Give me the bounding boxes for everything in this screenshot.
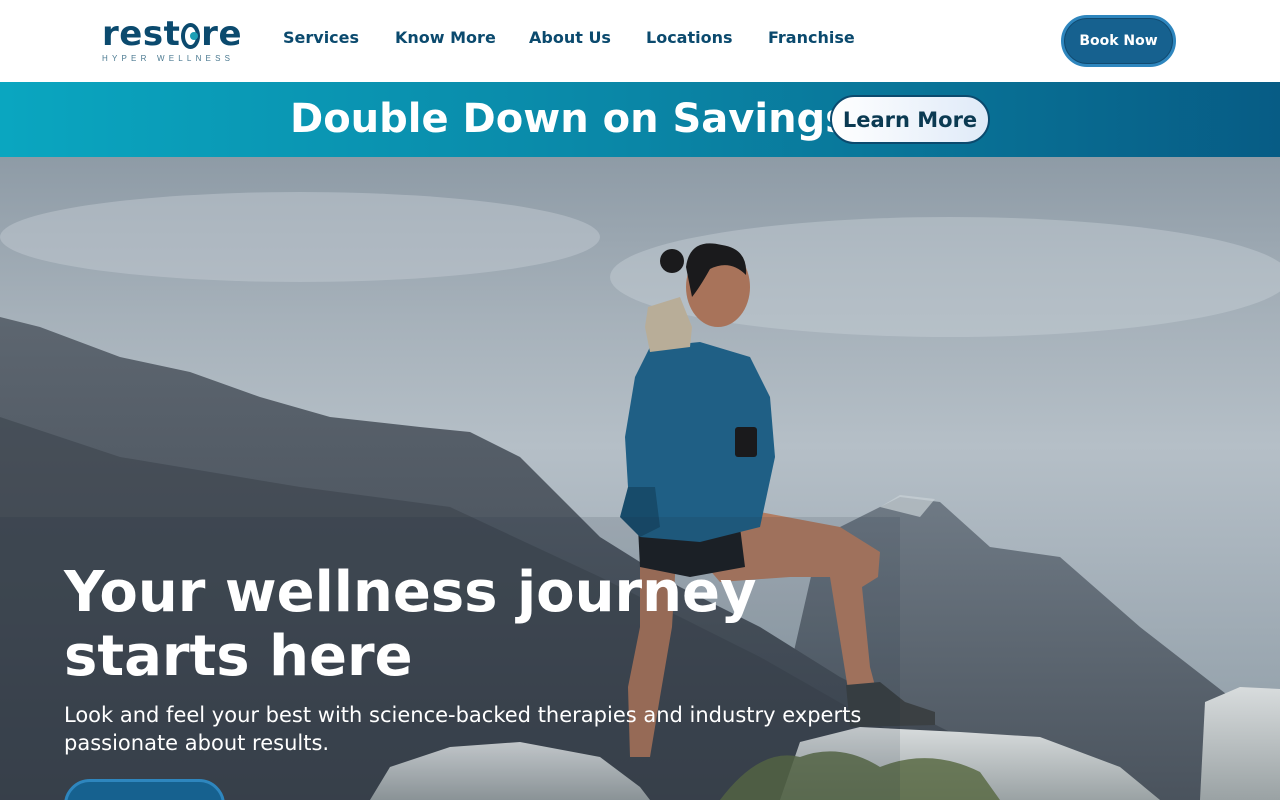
nav-item-franchise[interactable]: Franchise (768, 28, 855, 47)
logo-wordmark: rest re (102, 14, 242, 54)
logo-target-icon (181, 23, 201, 49)
promo-headline: Double Down on Savings (290, 96, 849, 142)
brand-logo[interactable]: rest re HYPER WELLNESS (102, 16, 242, 66)
book-now-button[interactable]: Book Now (1061, 15, 1176, 67)
hero-section: Your wellness journey starts here Look a… (0, 157, 1280, 800)
logo-tagline: HYPER WELLNESS (102, 54, 235, 63)
learn-more-button[interactable]: Learn More (830, 95, 990, 144)
promo-banner: Double Down on Savings Learn More (0, 82, 1280, 157)
hero-cta-button[interactable] (64, 779, 225, 800)
nav-item-know-more[interactable]: Know More (395, 28, 496, 47)
nav-item-about-us[interactable]: About Us (529, 28, 611, 47)
nav-item-services[interactable]: Services (283, 28, 359, 47)
site-header: rest re HYPER WELLNESS Services Know More… (0, 0, 1280, 82)
hero-subtitle: Look and feel your best with science-bac… (64, 703, 862, 755)
nav-item-locations[interactable]: Locations (646, 28, 733, 47)
hero-title: Your wellness journey starts here (64, 560, 757, 689)
